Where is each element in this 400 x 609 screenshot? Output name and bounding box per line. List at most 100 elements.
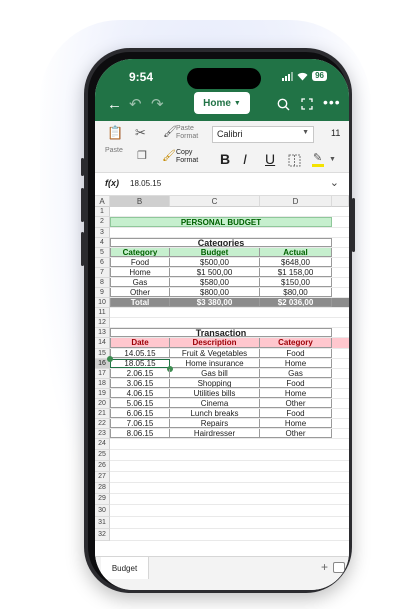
transaction-cell[interactable]: 4.06.15 (110, 389, 170, 398)
categories-header-cell[interactable]: Budget (170, 248, 260, 257)
categories-total-filler[interactable] (332, 298, 349, 307)
categories-cell[interactable]: Other (110, 288, 170, 297)
row-header[interactable]: 14 (95, 338, 110, 349)
row-header[interactable]: 4 (95, 238, 110, 248)
row-header[interactable]: 26 (95, 461, 110, 472)
transaction-cell[interactable]: Utilities bills (170, 389, 260, 398)
row-header[interactable]: 1 (95, 207, 110, 217)
font-name-select[interactable]: Calibri ▼ (212, 126, 314, 143)
copy-format-label[interactable]: Copy Format (176, 149, 206, 165)
row-header[interactable]: 30 (95, 505, 110, 517)
transaction-cell[interactable]: Food (260, 409, 332, 418)
formula-input[interactable]: 18.05.15 (130, 179, 161, 188)
transaction-cell[interactable]: Repairs (170, 419, 260, 428)
sheet-title-cell[interactable]: PERSONAL BUDGET (110, 217, 332, 227)
row-header[interactable]: 29 (95, 494, 110, 505)
transaction-header-cell[interactable]: Description (170, 338, 260, 348)
row-header[interactable]: 5 (95, 248, 110, 258)
transaction-cell[interactable]: 18.05.15 (110, 359, 170, 368)
transaction-cell[interactable]: Other (260, 399, 332, 408)
row-header[interactable]: 27 (95, 472, 110, 483)
row-header[interactable]: 18 (95, 379, 110, 389)
categories-total-cell[interactable]: $2 036,00 (260, 298, 332, 307)
paste-format-icon[interactable]: 🖌 (163, 125, 177, 138)
transaction-cell[interactable]: 6.06.15 (110, 409, 170, 418)
transaction-cell[interactable]: 2.06.15 (110, 369, 170, 378)
row-header[interactable]: 3 (95, 228, 110, 238)
transaction-cell[interactable]: Shopping (170, 379, 260, 388)
fill-color-button[interactable]: ✎ (311, 151, 326, 168)
categories-header-cell[interactable]: Category (110, 248, 170, 257)
transaction-cell[interactable]: 5.06.15 (110, 399, 170, 408)
fx-icon[interactable]: f(x) (105, 178, 119, 188)
column-header-b[interactable]: B (110, 196, 170, 207)
row-header[interactable]: 11 (95, 308, 110, 318)
row-header[interactable]: 2 (95, 217, 110, 228)
underline-button[interactable]: U (265, 151, 275, 167)
borders-icon[interactable] (288, 154, 301, 167)
selection-handle-start[interactable] (107, 356, 113, 362)
categories-title-cell[interactable]: Categories (110, 238, 332, 247)
row-header[interactable]: 22 (95, 419, 110, 429)
transaction-header-cell[interactable]: Category (260, 338, 332, 348)
row-header[interactable]: 6 (95, 258, 110, 268)
row-header[interactable]: 28 (95, 483, 110, 494)
transaction-cell[interactable]: Gas (260, 369, 332, 378)
column-header-a[interactable]: A (95, 196, 110, 207)
categories-cell[interactable]: $150,00 (260, 278, 332, 287)
chevron-down-icon[interactable]: ▼ (329, 156, 336, 163)
format-painter-icon[interactable]: 🖌 (162, 149, 176, 162)
transaction-header-filler[interactable] (332, 338, 349, 348)
transaction-cell[interactable]: Lunch breaks (170, 409, 260, 418)
ribbon-tab-menu[interactable]: Home ▼ (194, 92, 250, 114)
column-header-d[interactable]: D (260, 196, 332, 207)
paste-format-label[interactable]: Paste Format (176, 125, 204, 141)
categories-cell[interactable]: Food (110, 258, 170, 267)
row-header[interactable]: 13 (95, 328, 110, 338)
categories-cell[interactable]: $500,00 (170, 258, 260, 267)
redo-icon[interactable]: ↷ (151, 97, 164, 112)
transaction-cell[interactable]: Food (260, 379, 332, 388)
bold-button[interactable]: B (220, 151, 230, 167)
column-header-c[interactable]: C (170, 196, 260, 207)
categories-cell[interactable]: $648,00 (260, 258, 332, 267)
transaction-cell[interactable]: Gas bill (170, 369, 260, 378)
column-header-e[interactable] (332, 196, 349, 207)
add-sheet-icon[interactable]: + (321, 560, 328, 574)
transaction-cell[interactable]: Cinema (170, 399, 260, 408)
row-header[interactable]: 12 (95, 318, 110, 328)
transaction-cell[interactable]: Fruit & Vegetables (170, 349, 260, 358)
chevron-down-icon[interactable]: ⌄ (330, 176, 339, 189)
row-header[interactable]: 9 (95, 288, 110, 298)
transaction-cell[interactable]: Food (260, 349, 332, 358)
copy-icon[interactable]: ❐ (137, 149, 147, 162)
row-header[interactable]: 19 (95, 389, 110, 399)
categories-total-cell[interactable]: $3 380,00 (170, 298, 260, 307)
transaction-cell[interactable]: 8.06.15 (110, 429, 170, 438)
row-header[interactable]: 21 (95, 409, 110, 419)
more-icon[interactable]: ••• (323, 95, 341, 110)
categories-cell[interactable]: $80,00 (260, 288, 332, 297)
transaction-title-cell[interactable]: Transaction (110, 328, 332, 337)
undo-icon[interactable]: ↶ (129, 97, 142, 112)
categories-header-cell[interactable]: Actual (260, 248, 332, 257)
row-header[interactable]: 24 (95, 439, 110, 450)
transaction-cell[interactable]: Hairdresser (170, 429, 260, 438)
categories-cell[interactable]: $800,00 (170, 288, 260, 297)
row-header[interactable]: 25 (95, 450, 110, 461)
categories-cell[interactable]: Gas (110, 278, 170, 287)
transaction-header-cell[interactable]: Date (110, 338, 170, 348)
paste-label[interactable]: Paste (105, 147, 123, 155)
row-header[interactable]: 17 (95, 369, 110, 379)
categories-cell[interactable]: $1 158,00 (260, 268, 332, 277)
transaction-cell[interactable]: 14.05.15 (110, 349, 170, 358)
transaction-cell[interactable]: Home insurance (170, 359, 260, 368)
row-header[interactable]: 20 (95, 399, 110, 409)
italic-button[interactable]: I (243, 151, 247, 167)
back-arrow-icon[interactable]: ← (107, 97, 122, 112)
sheet-grid-icon[interactable] (333, 562, 345, 573)
transaction-cell[interactable]: 3.06.15 (110, 379, 170, 388)
transaction-cell[interactable]: 7.06.15 (110, 419, 170, 428)
clipboard-icon[interactable]: 📋 (107, 125, 123, 141)
font-size-field[interactable]: 11 (331, 128, 340, 138)
